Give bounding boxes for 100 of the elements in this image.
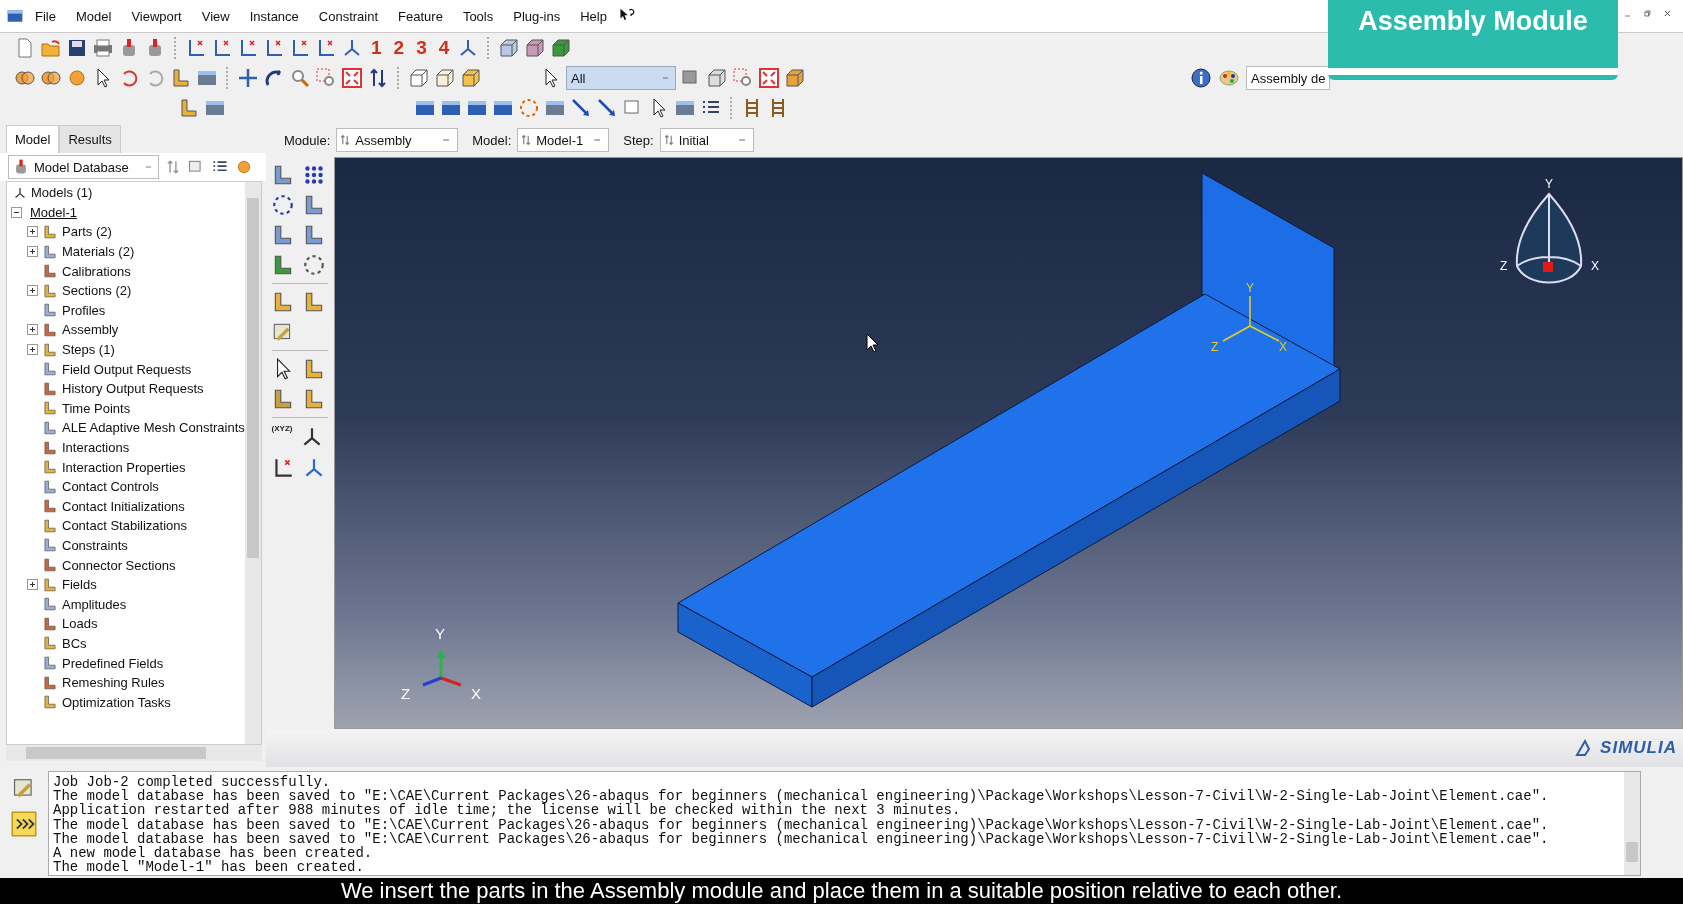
tree-node-icon[interactable]	[42, 557, 58, 574]
horizontal-scrollbar[interactable]	[6, 745, 262, 761]
arrow-icon[interactable]	[596, 97, 618, 119]
print-icon[interactable]	[92, 37, 114, 59]
tree-item[interactable]: Remeshing Rules	[62, 675, 165, 691]
rings-icon[interactable]	[518, 97, 540, 119]
tab[interactable]: Results	[59, 125, 121, 153]
tree-node-icon[interactable]	[42, 361, 58, 378]
datum-point-button[interactable]: (XYZ)	[271, 424, 293, 450]
model-dropdown[interactable]: Model-1	[517, 128, 610, 152]
tree-item[interactable]: Profiles	[62, 302, 106, 318]
open-folder-icon[interactable]	[40, 37, 62, 59]
viewport[interactable]: Y Z X Y Z X Y Z X	[334, 157, 1683, 729]
cube-stack-icon[interactable]	[706, 67, 728, 89]
tree-item[interactable]: Amplitudes	[62, 596, 127, 612]
app-menu-icon[interactable]	[6, 7, 24, 25]
menu-item[interactable]: View	[192, 6, 239, 26]
spinner-icon[interactable]	[520, 134, 533, 146]
tree-item[interactable]: Calibrations	[62, 263, 131, 279]
tree-node-icon[interactable]	[42, 596, 58, 613]
expand-toggle-icon[interactable]	[27, 246, 38, 258]
tree-node-icon[interactable]	[42, 263, 58, 280]
tree-item[interactable]: Interactions	[62, 440, 130, 455]
hidden-cube-icon[interactable]	[524, 37, 547, 59]
tree-node-icon[interactable]	[42, 576, 58, 593]
palette-icon[interactable]	[1218, 67, 1240, 89]
vertical-scrollbar[interactable]	[245, 182, 261, 744]
tree-node-icon[interactable]	[42, 635, 58, 652]
tree-node-icon[interactable]	[42, 478, 58, 495]
tree-item[interactable]: Loads	[62, 616, 98, 632]
tree-item[interactable]: Steps (1)	[62, 342, 115, 358]
tree-node-icon[interactable]	[42, 400, 58, 417]
tree-node-icon[interactable]	[42, 380, 58, 397]
step-dropdown[interactable]: Initial	[659, 128, 754, 152]
collapse-toggle-icon[interactable]	[11, 206, 22, 218]
menu-item[interactable]: Constraint	[309, 6, 388, 26]
display-group-field[interactable]: Assembly de	[1246, 66, 1330, 90]
vertical-scrollbar[interactable]	[1624, 772, 1640, 875]
tree-item[interactable]: Contact Stabilizations	[62, 518, 187, 534]
selection-filter-dropdown[interactable]: All	[566, 66, 676, 90]
tree-node-icon[interactable]	[42, 694, 58, 711]
point-grid-icon[interactable]	[302, 163, 326, 187]
bracket-icon[interactable]	[170, 67, 192, 89]
expand-toggle-icon[interactable]	[27, 324, 38, 336]
tree-node-icon[interactable]	[42, 655, 58, 672]
tree-item[interactable]: Connector Sections	[62, 557, 176, 573]
box-zoom-icon[interactable]	[315, 67, 337, 89]
solid-cube-icon[interactable]	[460, 67, 482, 89]
zoom-icon[interactable]	[289, 67, 311, 89]
menu-item[interactable]: File	[26, 6, 65, 26]
menu-item[interactable]: Instance	[240, 6, 308, 26]
tree-item[interactable]: Parts (2)	[62, 224, 112, 240]
part-assembly-drawing[interactable]	[677, 172, 1341, 708]
tree-item[interactable]: Fields	[62, 577, 97, 593]
tree-node-icon[interactable]	[42, 674, 58, 691]
tree-item[interactable]: Models (1)	[31, 185, 93, 201]
tree-item[interactable]: History Output Requests	[62, 381, 204, 397]
tree-node-icon[interactable]	[42, 537, 58, 554]
spinner-icon[interactable]	[339, 134, 352, 146]
fit-view-icon[interactable]	[341, 67, 363, 89]
view-number-button[interactable]: 1	[367, 37, 386, 59]
menu-item[interactable]: Tools	[453, 6, 503, 26]
outline-cube-icon[interactable]	[434, 67, 456, 89]
bracket-icon[interactable]	[178, 97, 200, 119]
view-number-button[interactable]: 3	[412, 37, 431, 59]
tree-item[interactable]: Optimization Tasks	[62, 694, 171, 710]
tree-node-icon[interactable]	[42, 321, 58, 338]
overlap-rings-icon[interactable]	[302, 253, 326, 277]
tree-node-icon[interactable]	[42, 419, 58, 436]
tree-node-icon[interactable]	[42, 439, 58, 456]
menu-item[interactable]: Feature	[389, 6, 452, 26]
tree-item[interactable]: Predefined Fields	[62, 655, 164, 671]
tree-node-icon[interactable]	[42, 517, 58, 534]
expand-toggle-icon[interactable]	[27, 285, 38, 297]
view-number-button[interactable]: 4	[434, 37, 454, 59]
tree-item[interactable]: Time Points	[62, 400, 131, 416]
tree-item[interactable]: ALE Adaptive Mesh Constraints	[62, 420, 245, 436]
tree-item[interactable]: Field Output Requests	[62, 361, 192, 377]
module-dropdown[interactable]: Assembly	[336, 128, 459, 152]
tree-node-icon[interactable]	[42, 498, 58, 515]
box-icon[interactable]	[784, 67, 806, 89]
view-number-button[interactable]: 2	[389, 37, 409, 59]
wire-cube-icon[interactable]	[408, 67, 430, 89]
menu-item[interactable]: Viewport	[122, 6, 191, 26]
expand-toggle-icon[interactable]	[27, 579, 38, 591]
tree-item[interactable]: BCs	[62, 635, 87, 651]
box-select-icon[interactable]	[732, 67, 754, 89]
tree-node-icon[interactable]	[42, 302, 58, 319]
tree-node-icon[interactable]	[42, 615, 58, 632]
tree-item[interactable]: Model-1	[30, 204, 77, 220]
tree-item[interactable]: Contact Controls	[62, 479, 159, 495]
tree-node-icon[interactable]	[42, 341, 58, 358]
tree-node-icon[interactable]	[42, 282, 58, 299]
tree-item[interactable]: Constraints	[62, 538, 128, 553]
spinner-icon[interactable]	[165, 159, 181, 175]
tree-item[interactable]: Contact Initializations	[62, 498, 185, 514]
expand-toggle-icon[interactable]	[27, 226, 38, 238]
wireframe-cube-icon[interactable]	[498, 37, 521, 59]
info-icon[interactable]	[1190, 67, 1212, 89]
view-cube-drawing[interactable]	[1515, 193, 1583, 284]
